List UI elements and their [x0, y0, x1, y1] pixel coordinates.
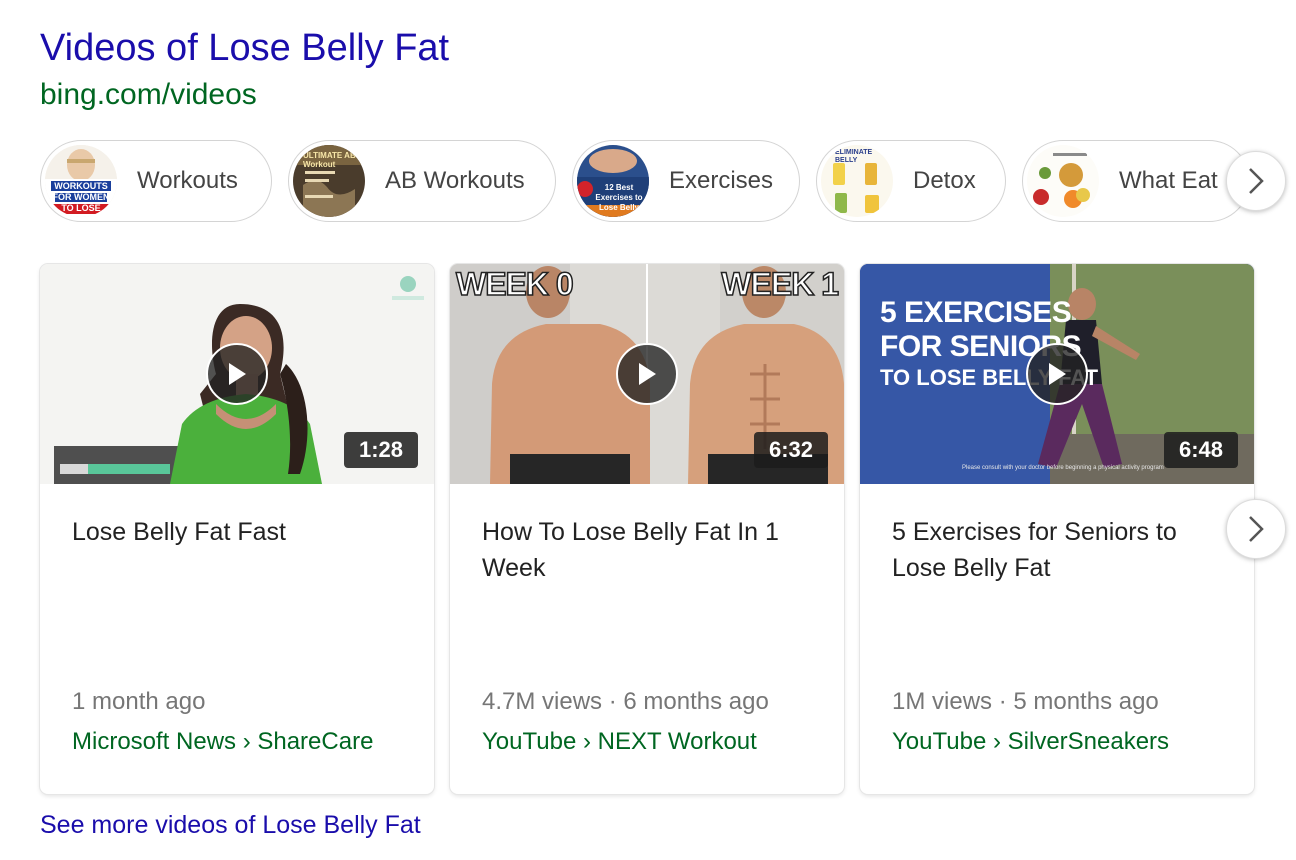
chevron-right-icon	[1249, 516, 1264, 542]
video-duration: 6:32	[754, 432, 828, 468]
pill-label: Exercises	[669, 167, 774, 194]
pill-label: What Eat	[1119, 167, 1218, 194]
pill-ab-workouts[interactable]: ULTIMATE AB Workout AB Workouts	[288, 140, 556, 222]
video-meta: 1M views · 5 months ago	[892, 688, 1159, 715]
pill-thumbnail: WORKOUTS FOR WOMEN TO LOSE BELLY F	[45, 145, 117, 217]
video-card[interactable]: 5 EXERCISES FOR SENIORS TO LOSE BELLY FA…	[860, 264, 1254, 794]
pill-thumb-caption: ULTIMATE AB Workout	[303, 151, 356, 169]
pill-thumbnail: ELIMINATE BELLY	[821, 145, 893, 217]
cards-next-button[interactable]	[1226, 499, 1286, 559]
pill-thumbnail: 12 Best Exercises to Lose Belly	[577, 145, 649, 217]
pill-label: AB Workouts	[385, 167, 525, 194]
pills-next-button[interactable]	[1226, 151, 1286, 211]
play-button[interactable]	[1026, 343, 1088, 405]
pill-thumb-caption: WORKOUTS FOR WOMEN TO LOSE BELLY F	[52, 181, 110, 217]
pill-thumb-caption: ELIMINATE BELLY	[835, 149, 873, 164]
pill-label: Workouts	[137, 167, 238, 194]
pill-detox[interactable]: ELIMINATE BELLY Detox	[816, 140, 1006, 222]
play-button[interactable]	[616, 343, 678, 405]
thumb-caption-left: WEEK 0	[455, 265, 574, 303]
video-card[interactable]: 1:28 Lose Belly Fat Fast 1 month ago Mic…	[40, 264, 434, 794]
pill-thumbnail	[1027, 145, 1099, 217]
video-thumbnail: WEEK 0 WEEK 1 6:32	[450, 264, 844, 484]
video-meta: 4.7M views · 6 months ago	[482, 688, 769, 715]
see-more-link[interactable]: See more videos of Lose Belly Fat	[40, 808, 421, 842]
video-title[interactable]: How To Lose Belly Fat In 1 Week	[482, 514, 812, 586]
play-button[interactable]	[206, 343, 268, 405]
source-url: bing.com/videos	[40, 78, 257, 111]
video-meta: 1 month ago	[72, 688, 206, 715]
pill-thumbnail: ULTIMATE AB Workout	[293, 145, 365, 217]
play-icon	[639, 363, 656, 385]
section-title[interactable]: Videos of Lose Belly Fat	[40, 26, 449, 70]
pill-what-eat[interactable]: What Eat	[1022, 140, 1250, 222]
video-source: YouTube › NEXT Workout	[482, 728, 757, 755]
thumb-caption-line: 5 EXERCISES	[880, 296, 1072, 329]
video-card[interactable]: WEEK 0 WEEK 1 6:32 How To Lose Belly Fat…	[450, 264, 844, 794]
video-title[interactable]: 5 Exercises for Seniors to Lose Belly Fa…	[892, 514, 1222, 586]
video-source: YouTube › SilverSneakers	[892, 728, 1170, 755]
play-icon	[229, 363, 246, 385]
thumb-caption-right: WEEK 1	[721, 265, 840, 303]
video-source: Microsoft News › ShareCare	[72, 728, 374, 755]
play-icon	[1049, 363, 1066, 385]
pill-exercises[interactable]: 12 Best Exercises to Lose Belly Exercise…	[572, 140, 800, 222]
video-thumbnail: 1:28	[40, 264, 434, 484]
video-title[interactable]: Lose Belly Fat Fast	[72, 514, 402, 550]
pill-workouts[interactable]: WORKOUTS FOR WOMEN TO LOSE BELLY F Worko…	[40, 140, 272, 222]
chevron-right-icon	[1249, 168, 1264, 194]
video-duration: 1:28	[344, 432, 418, 468]
video-thumbnail: 5 EXERCISES FOR SENIORS TO LOSE BELLY FA…	[860, 264, 1254, 484]
thumb-disclaimer: Please consult with your doctor before b…	[962, 465, 1164, 471]
related-pills: WORKOUTS FOR WOMEN TO LOSE BELLY F Worko…	[40, 140, 1286, 224]
pill-label: Detox	[913, 167, 976, 194]
video-duration: 6:48	[1164, 432, 1238, 468]
pill-thumb-caption: 12 Best Exercises to Lose Belly	[595, 183, 643, 212]
